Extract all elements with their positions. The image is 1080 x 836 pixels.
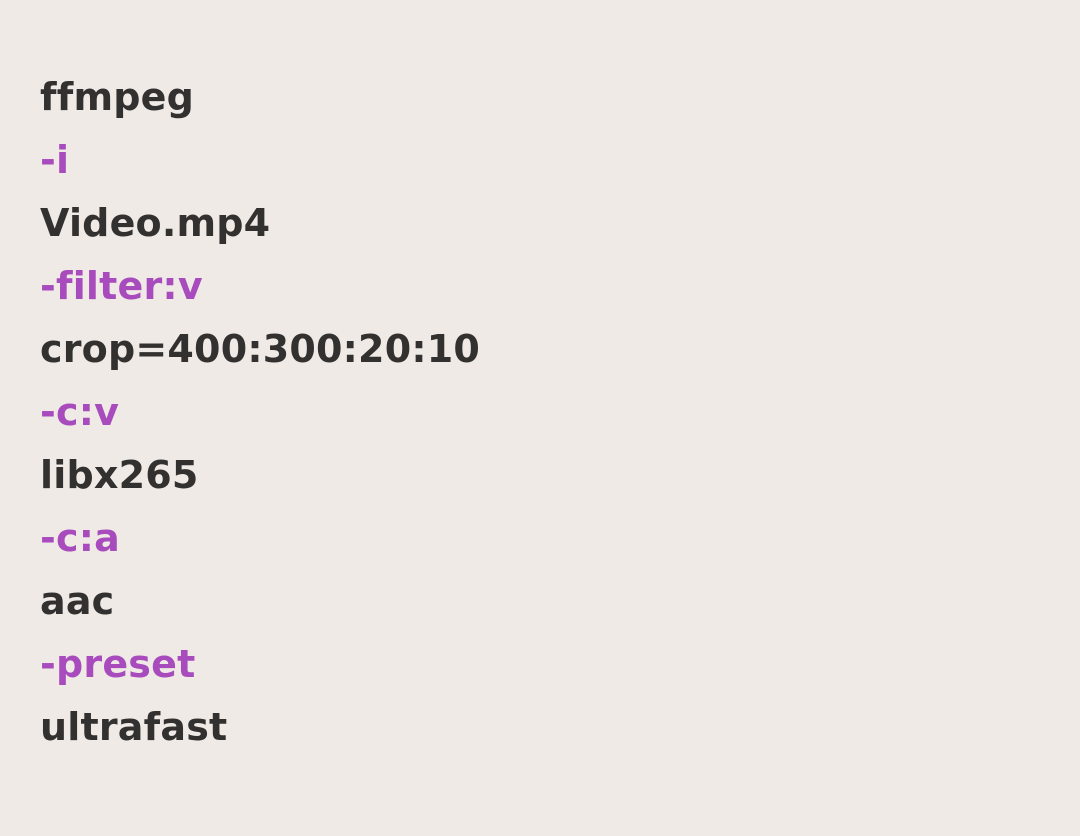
audio-codec-value: aac [40,579,115,623]
audio-codec-flag: -c:a [40,516,120,560]
input-file: Video.mp4 [40,201,271,245]
command-name: ffmpeg [40,75,195,119]
preset-value: ultrafast [40,705,228,749]
preset-flag: -preset [40,642,196,686]
video-filter-flag: -filter:v [40,264,203,308]
input-flag: -i [40,138,70,182]
video-codec-flag: -c:v [40,390,120,434]
crop-filter-value: crop=400:300:20:10 [40,327,481,371]
ffmpeg-command: ffmpeg -i Video.mp4 -filter:v crop=400:3… [40,66,1040,759]
video-codec-value: libx265 [40,453,199,497]
